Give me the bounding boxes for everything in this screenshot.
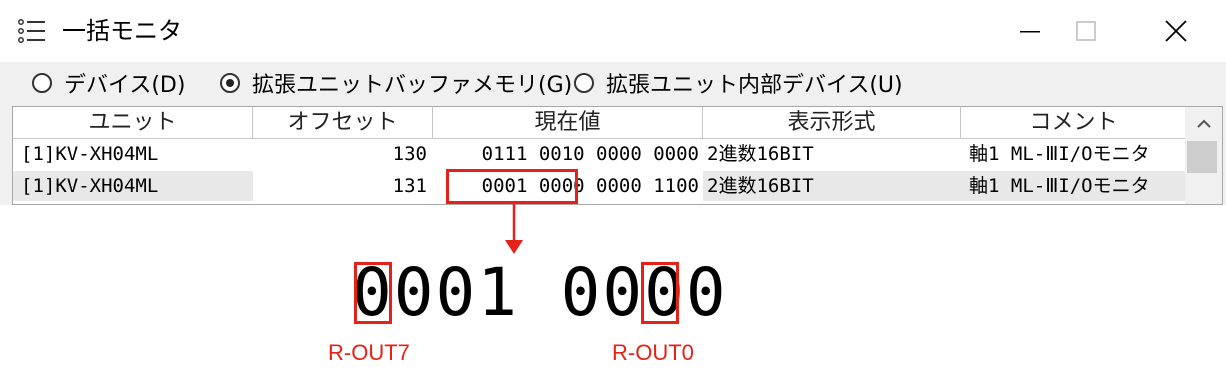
list-icon xyxy=(18,19,45,43)
label-r-out7: R-OUT7 xyxy=(328,340,410,365)
radio-expansion-buffer-memory[interactable]: 拡張ユニットバッファメモリ(G) xyxy=(220,68,572,98)
radio-expansion-buffer-memory-label[interactable]: 拡張ユニットバッファメモリ(G) xyxy=(252,67,572,99)
cell-display-format[interactable]: 2進数16BIT xyxy=(703,139,961,169)
bit-highlight-right xyxy=(641,262,679,324)
cell-unit: [1]KV-XH04ML xyxy=(13,139,253,169)
radio-expansion-internal-device-label[interactable]: 拡張ユニット内部デバイス(U) xyxy=(606,67,903,99)
radio-device-label[interactable]: デバイス(D) xyxy=(64,67,185,99)
table-row[interactable]: [1]KV-XH04ML 131 0001 0000 0000 1100 2進数… xyxy=(13,171,1187,201)
cell-comment: 軸1 ML-ⅢI/Oモニタ xyxy=(961,139,1187,169)
bit-highlight-left xyxy=(354,262,392,324)
cell-offset: 131 xyxy=(392,175,427,197)
vertical-scrollbar[interactable] xyxy=(1185,107,1222,204)
monitor-grid: ユニット オフセット 現在値 表示形式 コメント [1]KV-XH04ML 13… xyxy=(12,106,1223,205)
radio-expansion-internal-device[interactable]: 拡張ユニット内部デバイス(U) xyxy=(574,68,903,98)
cell-current-value[interactable]: 0111 0010 0000 0000 xyxy=(433,139,703,169)
radio-device[interactable]: デバイス(D) xyxy=(32,68,185,98)
radio-device-circle[interactable] xyxy=(32,73,52,93)
cell-offset: 130 xyxy=(392,143,427,165)
table-row[interactable]: [1]KV-XH04ML 130 0111 0010 0000 0000 2進数… xyxy=(13,139,1187,169)
scroll-thumb[interactable] xyxy=(1187,141,1217,173)
window-title: 一括モニタ xyxy=(62,17,182,45)
grid-header: ユニット オフセット 現在値 表示形式 コメント xyxy=(13,107,1187,139)
header-display-format[interactable]: 表示形式 xyxy=(703,107,961,139)
header-unit[interactable]: ユニット xyxy=(13,107,253,139)
header-current-value[interactable]: 現在値 xyxy=(433,107,703,139)
cell-comment: 軸1 ML-ⅢI/Oモニタ xyxy=(961,171,1187,201)
header-offset[interactable]: オフセット xyxy=(253,107,433,139)
close-button[interactable] xyxy=(1148,10,1204,52)
radio-expansion-buffer-memory-circle[interactable] xyxy=(220,73,240,93)
header-comment[interactable]: コメント xyxy=(961,107,1187,139)
label-r-out0: R-OUT0 xyxy=(612,340,694,365)
highlight-box xyxy=(446,169,578,204)
scroll-up-button[interactable] xyxy=(1185,113,1222,135)
close-icon xyxy=(1165,20,1187,42)
radio-expansion-internal-device-circle[interactable] xyxy=(574,73,594,93)
maximize-icon xyxy=(1076,21,1096,41)
down-arrow-icon xyxy=(505,204,523,254)
cell-unit: [1]KV-XH04ML xyxy=(13,171,253,201)
cell-display-format[interactable]: 2進数16BIT xyxy=(703,171,961,201)
mode-radio-group: デバイス(D) 拡張ユニットバッファメモリ(G) 拡張ユニット内部デバイス(U) xyxy=(0,62,1226,104)
title-bar: 一括モニタ xyxy=(0,0,1226,62)
maximize-button[interactable] xyxy=(1058,10,1114,52)
chevron-up-icon xyxy=(1196,119,1211,128)
minimize-button[interactable] xyxy=(1002,10,1058,52)
bulk-monitor-window: 一括モニタ デバイス(D) 拡張ユニットバッファメモリ(G) 拡張ユニット内部デ… xyxy=(0,0,1226,205)
minimize-icon xyxy=(1020,31,1040,33)
